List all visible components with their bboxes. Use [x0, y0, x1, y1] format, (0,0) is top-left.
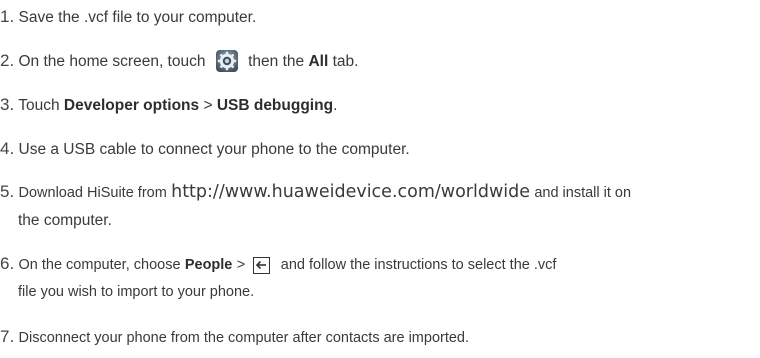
step-7: 7. Disconnect your phone from the comput…	[0, 324, 740, 351]
step-text: Save the .vcf file to your computer.	[18, 9, 257, 26]
step-number: 2.	[0, 51, 15, 70]
path-separator: >	[236, 257, 246, 273]
step-text: and install it on	[534, 185, 632, 201]
download-url-link[interactable]: http://www.huaweidevice.com/worldwide	[171, 182, 530, 202]
step-text: tab.	[332, 53, 359, 70]
step-4: 4. Use a USB cable to connect your phone…	[0, 136, 740, 162]
step-number: 6.	[0, 254, 15, 273]
step-text: and follow the instructions to select th…	[280, 257, 557, 273]
step-number: 1.	[0, 7, 15, 26]
menu-developer-options: Developer options	[63, 97, 200, 114]
settings-gear-icon	[215, 50, 238, 72]
step-1: 1. Save the .vcf file to your computer.	[0, 4, 740, 30]
step-number: 5.	[0, 182, 15, 201]
app-name-people: People	[184, 257, 233, 273]
step-text: then the	[248, 53, 305, 70]
step-continuation: file you wish to import to your phone.	[18, 284, 255, 300]
step-number: 4.	[0, 139, 15, 158]
step-text: Disconnect your phone from the computer …	[18, 330, 470, 346]
import-arrow-icon	[253, 257, 271, 274]
step-2: 2. On the home screen, touch then the Al…	[0, 48, 740, 74]
step-text: On the computer, choose	[18, 257, 181, 273]
step-number: 3.	[0, 95, 15, 114]
step-text: Download HiSuite from	[18, 185, 167, 201]
step-5: 5. Download HiSuite from http://www.huaw…	[0, 178, 740, 234]
path-separator: >	[203, 97, 213, 114]
step-continuation: the computer.	[18, 212, 112, 229]
step-6: 6. On the computer, choose People > and …	[0, 250, 740, 306]
instruction-steps: 1. Save the .vcf file to your computer. …	[0, 0, 760, 358]
step-text: .	[333, 97, 338, 114]
menu-usb-debugging: USB debugging	[216, 97, 334, 114]
step-text: On the home screen, touch	[18, 53, 206, 70]
step-3: 3. Touch Developer options > USB debuggi…	[0, 92, 740, 118]
step-text: Use a USB cable to connect your phone to…	[18, 141, 410, 158]
tab-name-all: All	[308, 53, 329, 70]
step-text: Touch	[18, 97, 60, 114]
step-number: 7.	[0, 327, 15, 346]
